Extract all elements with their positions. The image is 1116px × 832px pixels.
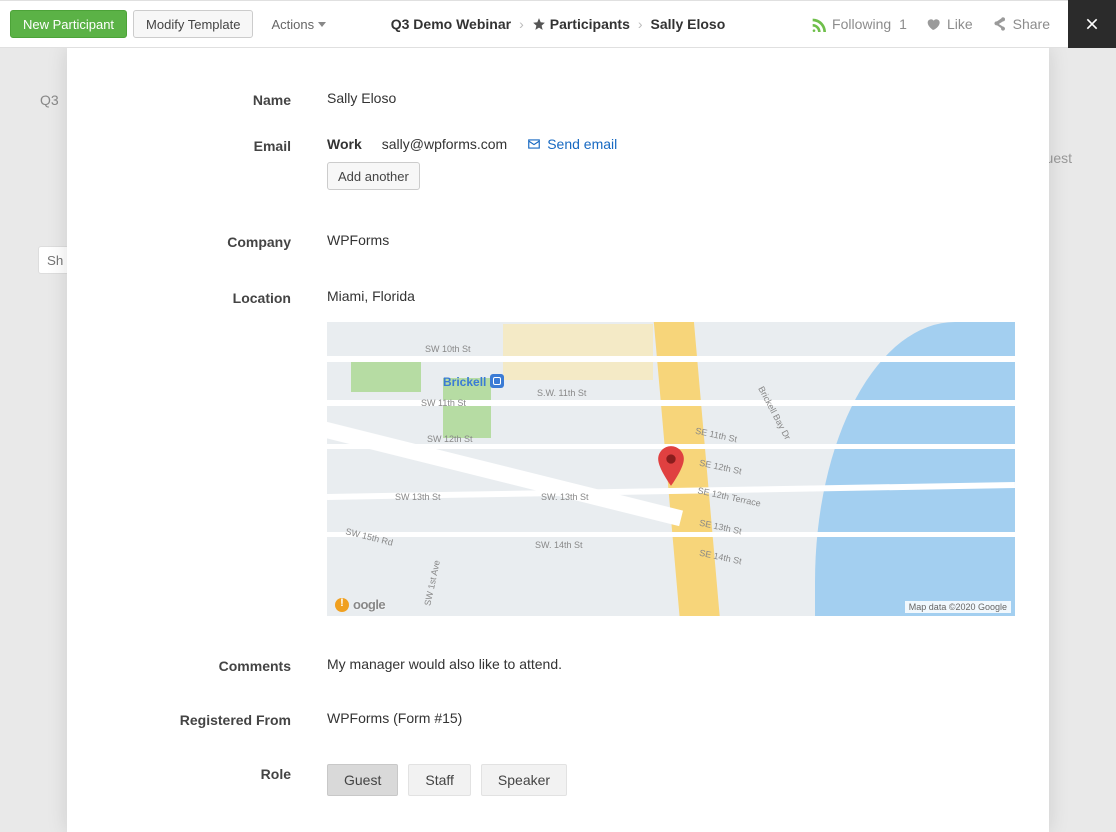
bg-guest-badge: uest [1046, 150, 1072, 166]
brickell-station: Brickell [443, 374, 504, 389]
role-guest[interactable]: Guest [327, 764, 398, 796]
breadcrumb-section[interactable]: Participants [532, 16, 630, 32]
breadcrumb-sep-2: › [638, 16, 643, 32]
value-registered-from[interactable]: WPForms (Form #15) [327, 710, 1015, 726]
email-address[interactable]: sally@wpforms.com [382, 136, 507, 152]
label-location: Location [67, 288, 327, 306]
map-pin-icon [657, 446, 685, 489]
value-company[interactable]: WPForms [327, 232, 1015, 248]
breadcrumb-sep: › [519, 16, 524, 32]
add-another-email-button[interactable]: Add another [327, 162, 420, 190]
star-icon [532, 17, 546, 31]
value-location[interactable]: Miami, Florida [327, 288, 1015, 304]
metro-icon [490, 374, 504, 388]
value-comments[interactable]: My manager would also like to attend. [327, 656, 1015, 672]
label-comments: Comments [67, 656, 327, 674]
field-registered-from: Registered From WPForms (Form #15) [67, 688, 1015, 742]
label-name: Name [67, 90, 327, 108]
label-registered-from: Registered From [67, 710, 327, 728]
google-logo: oogle [335, 597, 385, 612]
field-email: Email Work sally@wpforms.com Send email … [67, 122, 1015, 204]
email-type: Work [327, 136, 362, 152]
breadcrumb-current: Sally Eloso [651, 16, 726, 32]
role-speaker[interactable]: Speaker [481, 764, 567, 796]
field-location: Location Miami, Florida [67, 264, 1015, 630]
mail-icon [527, 137, 541, 151]
field-name: Name Sally Eloso [67, 76, 1015, 122]
field-comments: Comments My manager would also like to a… [67, 630, 1015, 688]
label-role: Role [67, 764, 327, 782]
breadcrumb: Q3 Demo Webinar › Participants › Sally E… [0, 16, 1116, 32]
detail-card: Name Sally Eloso Email Work sally@wpform… [67, 48, 1049, 832]
role-options: Guest Staff Speaker [327, 764, 1015, 796]
location-map[interactable]: Brickell SW 10th St SW 11th St S.W. 11th… [327, 322, 1015, 616]
breadcrumb-root[interactable]: Q3 Demo Webinar [391, 16, 511, 32]
label-company: Company [67, 232, 327, 250]
participant-form: Name Sally Eloso Email Work sally@wpform… [67, 48, 1049, 830]
warning-icon [335, 598, 349, 612]
label-email: Email [67, 136, 327, 154]
field-role: Role Guest Staff Speaker [67, 742, 1015, 810]
map-credit: Map data ©2020 Google [905, 601, 1011, 613]
role-staff[interactable]: Staff [408, 764, 471, 796]
bg-project-code: Q3 [40, 92, 59, 108]
top-bar: New Participant Modify Template Actions … [0, 0, 1116, 48]
send-email-link[interactable]: Send email [527, 136, 617, 152]
field-company: Company WPForms [67, 204, 1015, 264]
value-name[interactable]: Sally Eloso [327, 90, 1015, 106]
